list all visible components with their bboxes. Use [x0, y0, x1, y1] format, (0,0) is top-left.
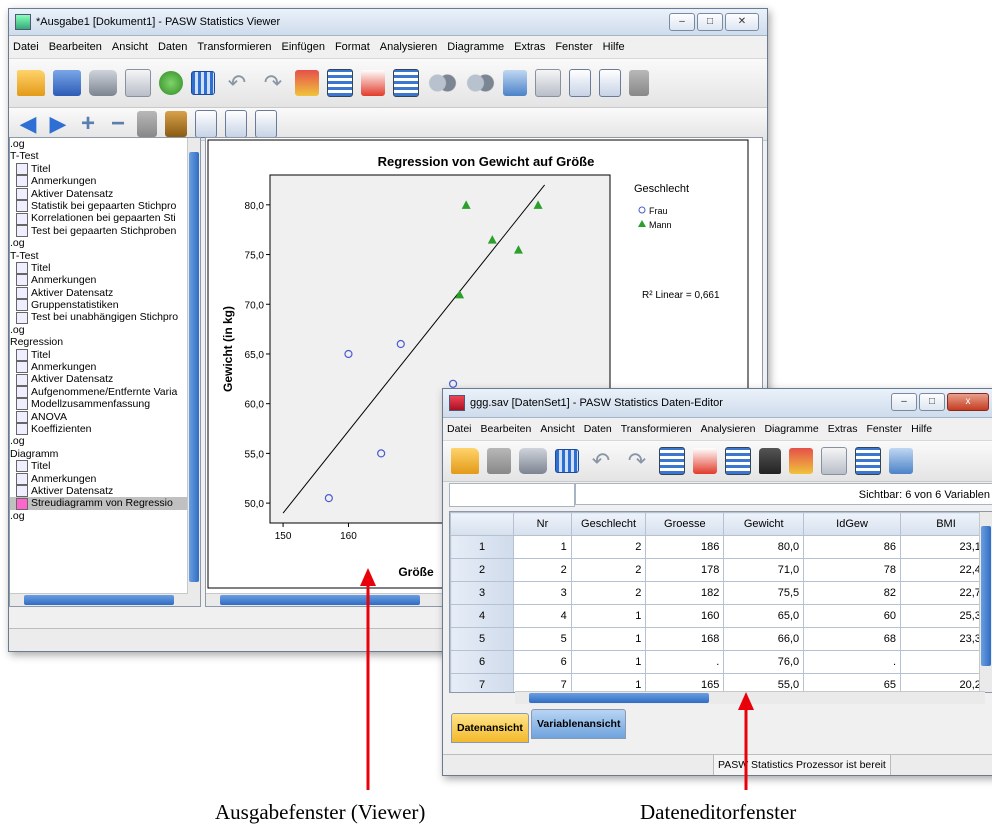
annotation-layer — [360, 568, 754, 790]
caption-editor: Dateneditorfenster — [640, 800, 797, 824]
caption-viewer: Ausgabefenster (Viewer) — [215, 800, 426, 824]
editor-pointer-arrowhead — [738, 692, 754, 710]
viewer-pointer-arrowhead — [360, 568, 376, 586]
